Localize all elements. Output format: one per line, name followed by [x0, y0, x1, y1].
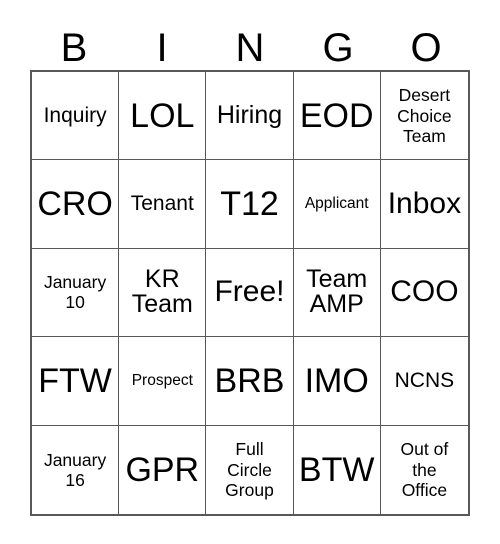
bingo-cell-r1-c3[interactable]: Hiring: [206, 72, 294, 161]
bingo-cell-r3-c4[interactable]: Team AMP: [293, 248, 381, 338]
bingo-cell-label: GPR: [125, 450, 200, 489]
bingo-cell-r1-c5[interactable]: Desert Choice Team: [380, 72, 468, 161]
bingo-cell-r4-c2[interactable]: Prospect: [119, 337, 207, 426]
bingo-cell-label: Hiring: [216, 100, 283, 129]
bingo-cell-r4-c3[interactable]: BRB: [206, 337, 294, 426]
bingo-cell-label: Full Circle Group: [225, 439, 274, 500]
bingo-header-letter-g: G: [322, 26, 354, 70]
bingo-cell-label: CRO: [37, 185, 113, 224]
bingo-cell-r4-c5[interactable]: NCNS: [380, 337, 468, 426]
bingo-cell-label: BTW: [298, 450, 375, 489]
bingo-cell-r3-c5[interactable]: COO: [380, 248, 468, 338]
bingo-cell-r1-c4[interactable]: EOD: [293, 72, 381, 161]
bingo-cell-label: Inbox: [387, 187, 462, 221]
bingo-cell-r2-c3[interactable]: T12: [206, 160, 294, 249]
bingo-cell-r3-c1[interactable]: January 10: [32, 248, 120, 338]
bingo-header-letter-n: N: [235, 26, 265, 70]
bingo-header-row: B I N G O: [30, 14, 470, 70]
bingo-header-letter-o: O: [410, 26, 442, 70]
bingo-cell-r5-c5[interactable]: Out of the Office: [380, 425, 468, 514]
bingo-cell-label: Desert Choice Team: [397, 85, 452, 146]
bingo-cell-r1-c2[interactable]: LOL: [119, 72, 207, 161]
bingo-cell-label: LOL: [130, 96, 195, 135]
bingo-cell-r5-c2[interactable]: GPR: [119, 425, 207, 514]
bingo-cell-label: Team AMP: [306, 264, 368, 319]
bingo-cell-r2-c4[interactable]: Applicant: [293, 160, 381, 249]
bingo-cell-r2-c5[interactable]: Inbox: [380, 160, 468, 249]
bingo-cell-label: EOD: [299, 96, 374, 135]
bingo-cell-label: T12: [220, 185, 279, 224]
bingo-cell-r4-c1[interactable]: FTW: [32, 337, 120, 426]
bingo-cell-label: NCNS: [394, 368, 455, 392]
bingo-cell-r5-c1[interactable]: January 16: [32, 425, 120, 514]
bingo-cell-label: January 16: [43, 449, 107, 490]
bingo-cell-r3-c2[interactable]: KR Team: [119, 248, 207, 338]
bingo-grid: Inquiry LOL Hiring EOD Desert Choice Team CRO…: [30, 70, 470, 516]
bingo-cell-label: Prospect: [131, 371, 193, 389]
bingo-cell-label: COO: [390, 275, 459, 309]
bingo-cell-r2-c2[interactable]: Tenant: [119, 160, 207, 249]
bingo-cell-label: Free!: [214, 275, 285, 309]
bingo-cell-label: KR Team: [131, 264, 193, 319]
bingo-cell-label: IMO: [304, 361, 369, 400]
bingo-header-letter-b: B: [60, 26, 88, 70]
bingo-cell-r5-c4[interactable]: BTW: [293, 425, 381, 514]
bingo-cell-label: BRB: [214, 361, 285, 400]
bingo-cell-r2-c1[interactable]: CRO: [32, 160, 120, 249]
bingo-free-space-cell[interactable]: Free!: [206, 248, 294, 338]
bingo-cell-label: Tenant: [130, 191, 194, 215]
bingo-cell-label: Out of the Office: [400, 439, 449, 500]
bingo-header-letter-i: I: [156, 26, 168, 70]
bingo-cell-r4-c4[interactable]: IMO: [293, 337, 381, 426]
bingo-cell-label: January 10: [43, 272, 107, 313]
bingo-cell-label: FTW: [38, 361, 112, 400]
bingo-cell-label: Applicant: [304, 194, 369, 212]
bingo-cell-r1-c1[interactable]: Inquiry: [32, 72, 120, 161]
bingo-card: B I N G O Inquiry LOL Hiring EOD Desert Choi…: [0, 0, 500, 544]
bingo-cell-label: Inquiry: [43, 103, 107, 127]
bingo-cell-r5-c3[interactable]: Full Circle Group: [206, 425, 294, 514]
